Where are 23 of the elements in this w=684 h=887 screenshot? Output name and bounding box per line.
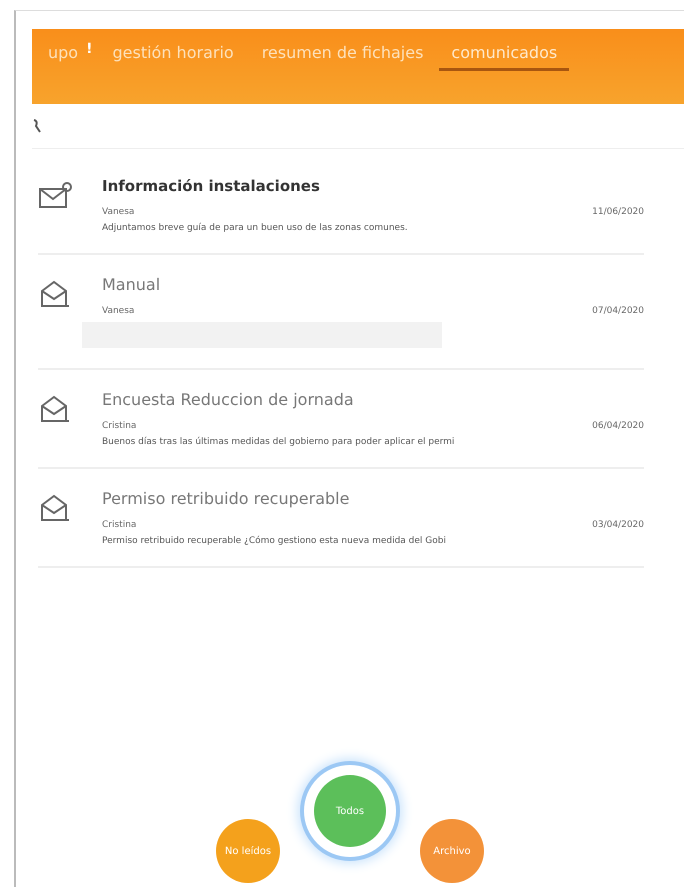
message-author: Vanesa [102, 207, 134, 217]
message-preview: Adjuntamos breve guía de para un buen uso de las zonas comunes. [102, 223, 409, 233]
message-date: 07/04/2020 [592, 306, 644, 316]
tab[interactable]: comunicados [439, 41, 570, 71]
message-date: 03/04/2020 [592, 520, 644, 530]
filter-button[interactable]: No leídos [216, 819, 280, 883]
tab[interactable]: resumen de fichajes [250, 41, 436, 71]
message-title[interactable]: Encuesta Reduccion de jornada [102, 390, 644, 409]
alert-mark: ! [86, 41, 92, 57]
message-title[interactable]: Información instalaciones [102, 177, 644, 195]
message-title[interactable]: Manual [102, 275, 644, 294]
message-title[interactable]: Permiso retribuido recuperable [102, 489, 644, 508]
filter-button[interactable]: Todos [314, 775, 386, 847]
tab[interactable]: gestión horario [100, 41, 246, 71]
message-author: Vanesa [102, 306, 134, 316]
message-preview: Buenos días tras las últimas medidas del gobierno para poder aplicar el permi [102, 437, 456, 447]
message-date: 06/04/2020 [592, 421, 644, 431]
message-author: Cristina [102, 520, 136, 530]
message-preview: Permiso retribuido recuperable ¿Cómo gestiono esta nueva medida del Gobi [102, 536, 447, 546]
hook-icon[interactable] [32, 118, 42, 134]
message-author: Cristina [102, 421, 136, 431]
message-date: 11/06/2020 [592, 207, 644, 217]
filter-button[interactable]: Archivo [420, 819, 484, 883]
